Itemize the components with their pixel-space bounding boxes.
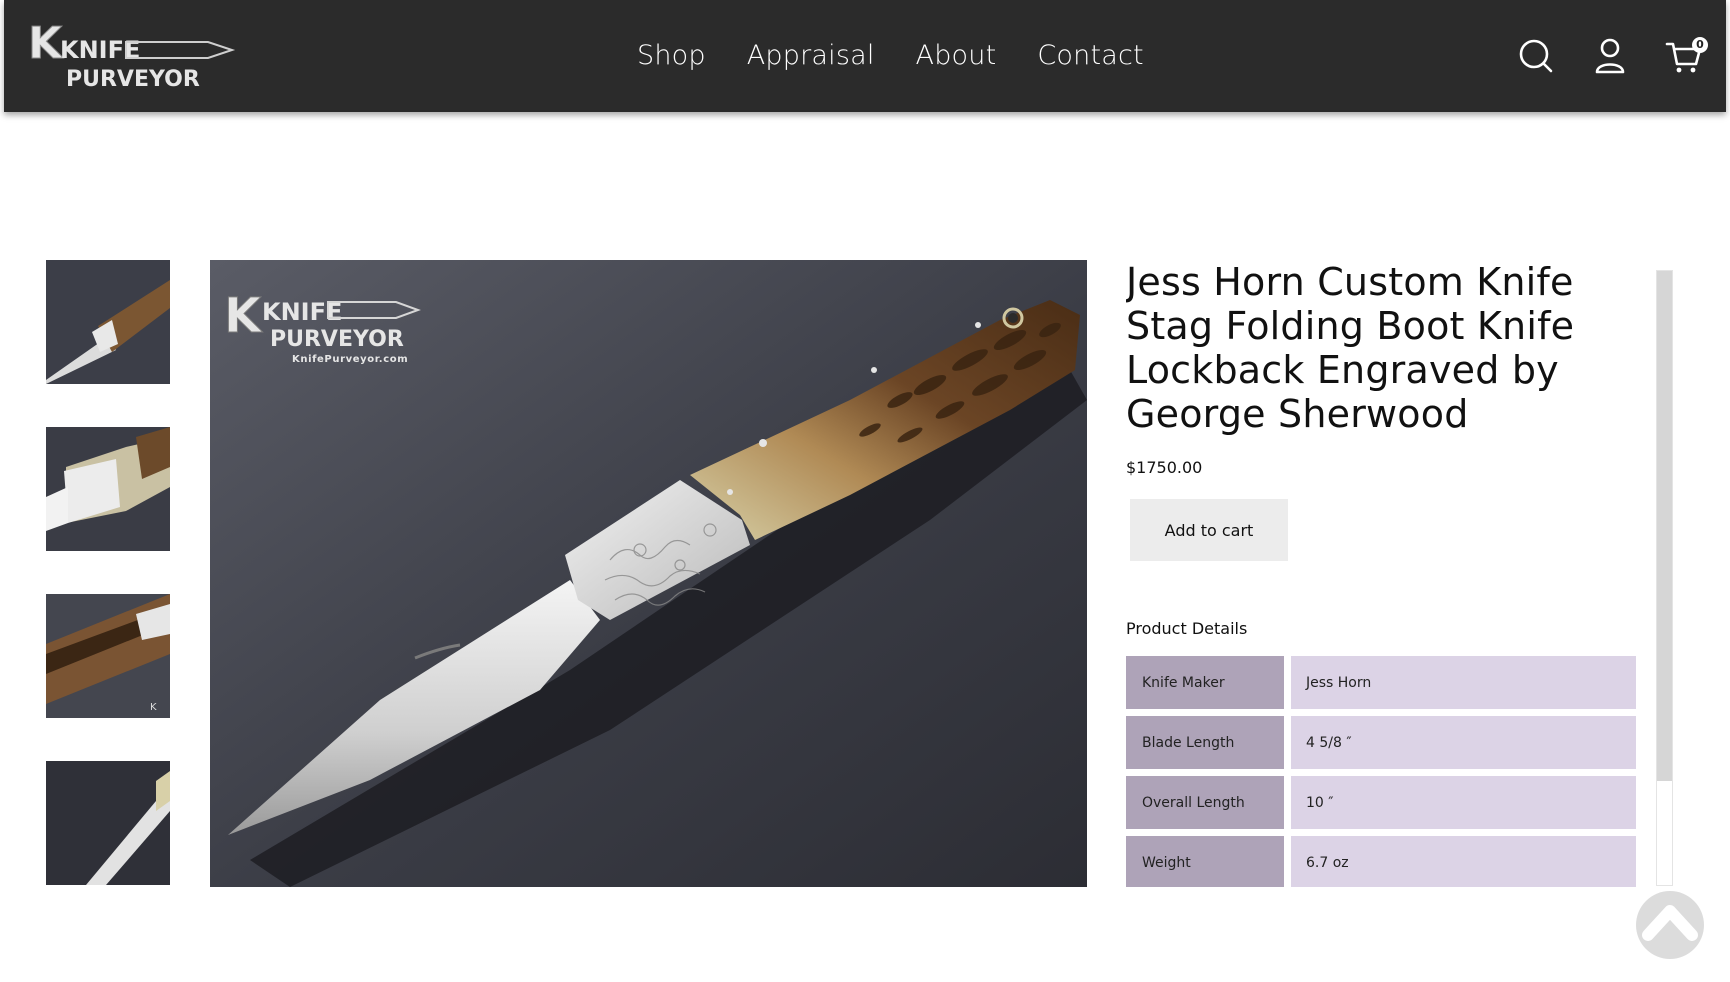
cart-count-badge: 0	[1692, 37, 1708, 53]
detail-value: 4 5/8 ″	[1291, 716, 1636, 769]
thumbnail-4[interactable]	[46, 761, 170, 885]
thumbnail-gallery: K	[46, 260, 170, 928]
detail-key: Blade Length	[1126, 716, 1284, 769]
svg-text:PURVEYOR: PURVEYOR	[66, 67, 200, 92]
details-row: Weight 6.7 oz	[1126, 836, 1636, 887]
thumbnail-image	[46, 761, 170, 885]
search-icon[interactable]	[1516, 36, 1556, 76]
detail-key: Weight	[1126, 836, 1284, 887]
svg-text:K: K	[28, 20, 64, 69]
nav-appraisal[interactable]: Appraisal	[747, 40, 875, 71]
detail-value: 6.7 oz	[1291, 836, 1636, 887]
thumbnail-2[interactable]	[46, 427, 170, 551]
product-details-heading: Product Details	[1126, 619, 1248, 638]
svg-text:K: K	[150, 702, 157, 713]
thumbnail-image: K	[46, 594, 170, 718]
knife-purveyor-logo-icon: K KNIFE PURVEYOR	[28, 18, 236, 92]
back-to-top-button[interactable]	[1636, 891, 1704, 959]
nav-shop[interactable]: Shop	[637, 40, 706, 71]
add-to-cart-button[interactable]: Add to cart	[1130, 499, 1288, 561]
product-info: Jess Horn Custom Knife Stag Folding Boot…	[1126, 260, 1636, 887]
detail-key: Overall Length	[1126, 776, 1284, 829]
svg-text:PURVEYOR: PURVEYOR	[270, 327, 404, 352]
nav-about[interactable]: About	[916, 40, 997, 71]
nav-contact[interactable]: Contact	[1037, 40, 1143, 71]
detail-value: 10 ″	[1291, 776, 1636, 829]
site-header: K KNIFE PURVEYOR Shop Appraisal About Co…	[4, 0, 1726, 112]
product-title: Jess Horn Custom Knife Stag Folding Boot…	[1126, 260, 1575, 436]
info-scrollbar[interactable]	[1656, 270, 1673, 886]
user-icon[interactable]	[1590, 36, 1630, 76]
site-logo[interactable]: K KNIFE PURVEYOR	[26, 18, 236, 92]
svg-text:KnifePurveyor.com: KnifePurveyor.com	[292, 354, 408, 365]
thumbnail-image	[46, 260, 170, 384]
thumbnail-1[interactable]	[46, 260, 170, 384]
details-row: Blade Length 4 5/8 ″	[1126, 716, 1636, 769]
thumbnail-image	[46, 427, 170, 551]
main-product-image[interactable]: K KNIFE PURVEYOR KnifePurveyor.com	[210, 260, 1087, 887]
svg-text:KNIFE: KNIFE	[60, 36, 140, 64]
cart-icon[interactable]: 0	[1664, 36, 1708, 76]
detail-key: Knife Maker	[1126, 656, 1284, 709]
header-icons: 0	[1486, 36, 1726, 80]
details-row: Knife Maker Jess Horn	[1126, 656, 1636, 709]
main-nav: Shop Appraisal About Contact	[637, 40, 1185, 71]
thumbnail-3[interactable]: K	[46, 594, 170, 718]
product-price: $1750.00	[1126, 458, 1203, 477]
detail-value: Jess Horn	[1291, 656, 1636, 709]
svg-text:K: K	[224, 288, 263, 344]
chevron-up-icon	[1642, 905, 1698, 941]
details-row: Overall Length 10 ″	[1126, 776, 1636, 829]
scrollbar-thumb[interactable]	[1657, 271, 1672, 781]
product-details-table: Knife Maker Jess Horn Blade Length 4 5/8…	[1126, 656, 1636, 887]
